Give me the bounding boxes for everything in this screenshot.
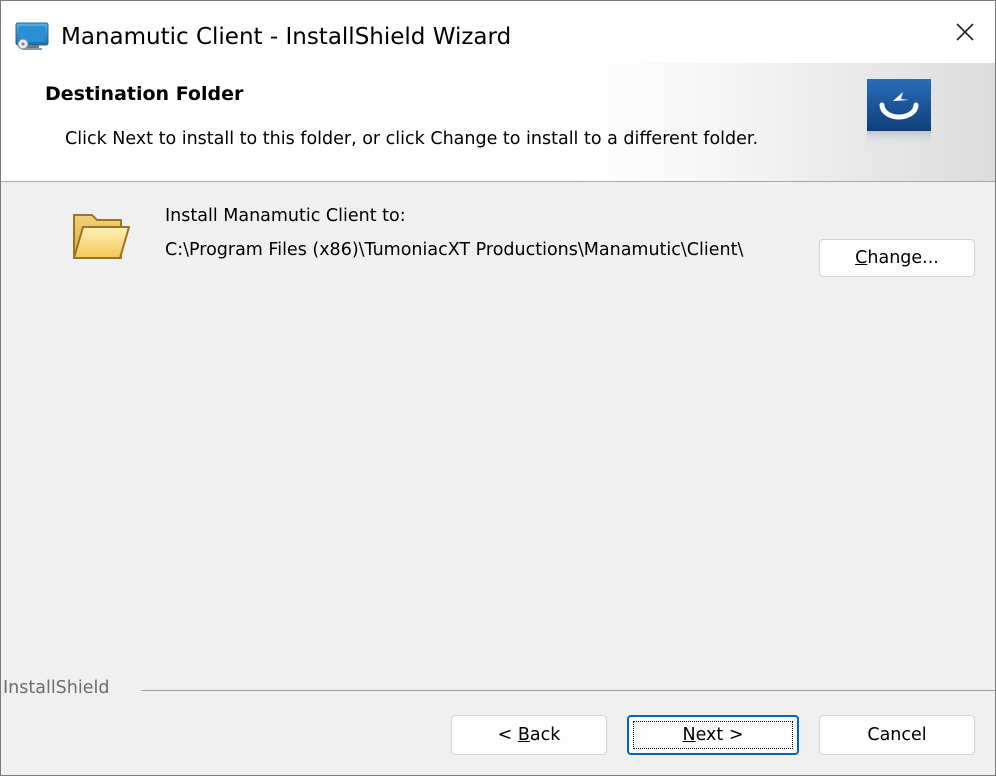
installer-window: Manamutic Client - InstallShield Wizard …: [0, 0, 996, 776]
installshield-logo-icon: [867, 79, 931, 145]
footer-divider: [141, 690, 995, 691]
back-mnemonic: B: [517, 725, 530, 745]
back-label: ack: [529, 725, 561, 745]
page-subtitle: Click Next to install to this folder, or…: [65, 129, 759, 149]
folder-icon: [71, 207, 133, 263]
close-button[interactable]: [935, 1, 995, 63]
install-path: C:\Program Files (x86)\TumoniacXT Produc…: [165, 240, 744, 260]
back-button[interactable]: < Back: [451, 715, 607, 755]
page-title: Destination Folder: [45, 83, 244, 105]
back-prefix: <: [497, 725, 518, 745]
header-banner: Destination Folder Click Next to install…: [1, 63, 995, 182]
change-button[interactable]: Change...: [819, 239, 975, 277]
change-label: hange...: [867, 248, 939, 268]
change-mnemonic: C: [855, 248, 868, 268]
close-icon: [956, 23, 974, 41]
title-bar[interactable]: Manamutic Client - InstallShield Wizard: [1, 1, 995, 63]
cancel-button[interactable]: Cancel: [819, 715, 975, 755]
next-button[interactable]: Next >: [627, 715, 799, 755]
installer-app-icon: [15, 22, 49, 52]
install-location-label: Install Manamutic Client to:: [165, 206, 406, 226]
installshield-footer-label: InstallShield: [3, 678, 116, 698]
focus-ring: [633, 721, 793, 749]
window-title: Manamutic Client - InstallShield Wizard: [61, 24, 512, 50]
